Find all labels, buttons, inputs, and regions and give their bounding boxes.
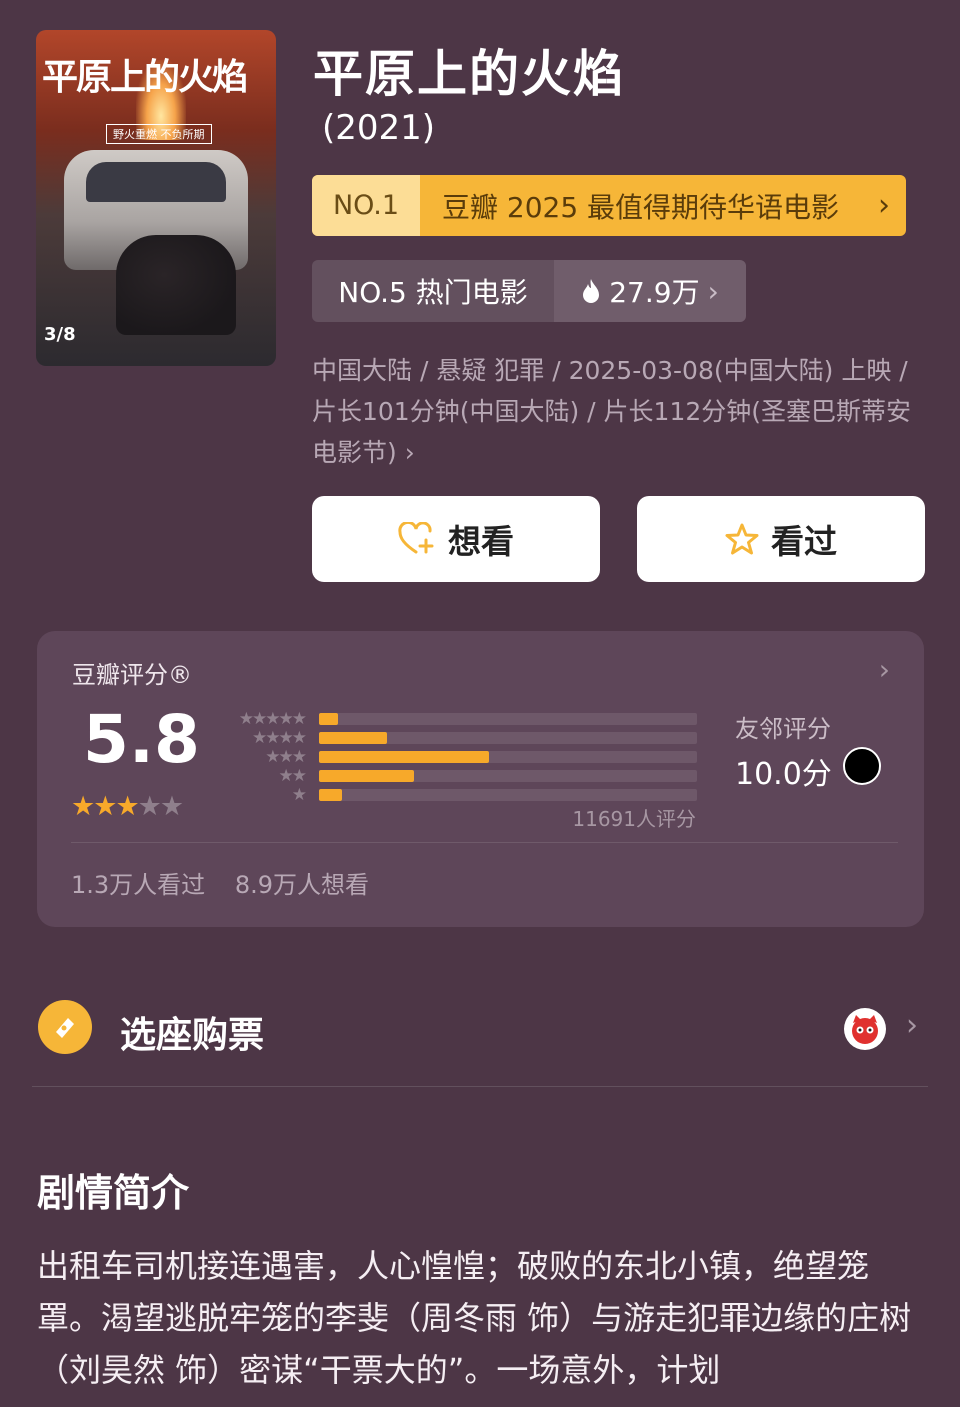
chevron-right-icon: › [404,438,415,467]
distribution-star-label: ★★ [278,766,307,786]
distribution-bar-track [319,751,697,763]
friend-avatar[interactable] [843,747,881,785]
heart-plus-icon [398,522,434,554]
want-to-watch-button[interactable]: 想看 [312,496,600,582]
maoyan-cat-icon [844,1008,886,1050]
rating-score: 5.8 [83,701,200,778]
want-label: 想看 [448,522,514,561]
douban-rating-card[interactable]: 豆瓣评分® › 5.8 ★★★★★ ★★★★★ ★★★★ ★★★ ★★ ★ 11691人… [37,631,924,927]
distribution-bar-track [319,732,697,744]
rating-count: 11691人评分 [572,807,696,831]
distribution-star-label: ★★★★★ [238,709,307,729]
buy-ticket-row[interactable]: 选座购票 › [0,978,960,1088]
star-outline-icon [725,523,759,555]
distribution-bar-track [319,713,697,725]
distribution-bar-fill [319,789,342,801]
distribution-bar-track [319,789,697,801]
ranking-secondary-banner[interactable]: NO.5 热门电影 27.9万 › [312,260,746,322]
poster-tagline: 野火重燃 不负所期 [106,124,212,144]
heat-indicator: 27.9万 › [554,260,746,322]
rating-stars: ★★★★★ [71,791,184,822]
synopsis-title: 剧情简介 [37,1171,190,1215]
synopsis-text: 出租车司机接连遇害，人心惶惶；破败的东北小镇，绝望笼罩。渴望逃脱牢笼的李斐（周冬… [37,1247,912,1389]
flame-icon [583,279,600,303]
movie-year: (2021) [322,108,436,148]
meta-text: 中国大陆 / 悬疑 犯罪 / 2025-03-08(中国大陆) 上映 / 片长1… [312,356,912,467]
distribution-star-label: ★★★ [265,747,307,767]
movie-title: 平原上的火焰 [313,45,625,103]
seen-count: 1.3万人看过 [71,871,206,899]
divider [71,842,898,843]
poster-figures [116,235,236,335]
poster-date: 3/8 [44,324,76,345]
heat-value: 27.9万 [609,276,700,309]
star-filled-icon: ★ [93,791,117,822]
distribution-bar-fill [319,751,490,763]
watch-stats: 1.3万人看过 8.9万人想看 [71,865,369,900]
distribution-bar-fill [319,732,388,744]
distribution-star-label: ★ [291,785,307,805]
poster-windshield [86,162,226,202]
poster-title-art: 平原上的火焰 [42,56,248,98]
chevron-right-icon: › [906,1008,918,1043]
ranking-primary-text: 豆瓣 2025 最值得期待华语电影 [442,190,840,224]
want-count: 8.9万人想看 [234,871,369,899]
distribution-bar-fill [319,770,414,782]
ticket-label: 选座购票 [120,1015,265,1056]
watched-button[interactable]: 看过 [637,496,925,582]
distribution-star-label: ★★★★ [252,728,307,748]
hot-movie-rank: NO.5 热门电影 [312,260,554,322]
movie-poster[interactable]: 平原上的火焰 野火重燃 不负所期 3/8 [36,30,276,366]
seen-label: 看过 [771,522,837,561]
ticket-icon [38,1000,92,1054]
chevron-right-icon: › [707,274,719,308]
star-empty-icon: ★ [137,791,162,822]
star-empty-icon: ★ [159,791,184,822]
chevron-right-icon: › [878,188,890,223]
friend-rating-label: 友邻评分 [735,715,831,743]
star-filled-icon: ★ [71,791,95,822]
ranking-primary-badge: NO.1 [312,175,420,236]
ranking-primary-banner[interactable]: NO.1 豆瓣 2025 最值得期待华语电影 › [312,175,906,236]
star-filled-icon: ★ [115,791,139,822]
movie-meta-info[interactable]: 中国大陆 / 悬疑 犯罪 / 2025-03-08(中国大陆) 上映 / 片长1… [312,350,912,473]
friend-rating-score: 10.0分 [735,757,832,792]
chevron-right-icon: › [878,653,890,686]
divider [32,1086,928,1087]
distribution-bar-track [319,770,697,782]
rating-label: 豆瓣评分® [72,661,192,689]
distribution-bar-fill [319,713,338,725]
